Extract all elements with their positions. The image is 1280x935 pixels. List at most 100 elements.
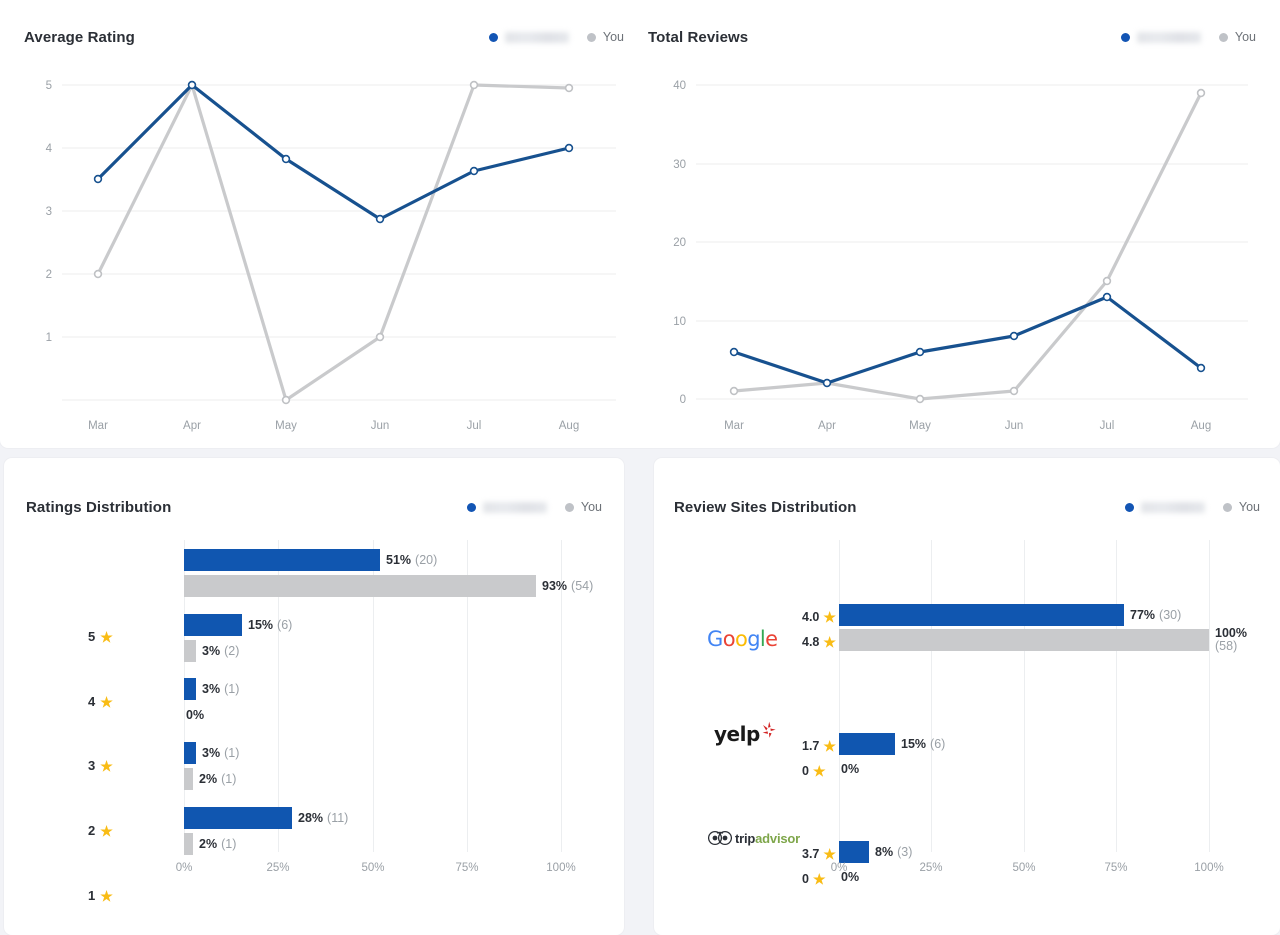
legend-item-competitor[interactable]	[488, 31, 569, 43]
legend-average-rating: You	[488, 30, 624, 44]
rating-you-yelp: 0 ★	[802, 764, 826, 778]
legend-review-sites: You	[1124, 500, 1260, 514]
x-tick-25: 25%	[266, 862, 290, 874]
star-icon: ★	[823, 738, 836, 754]
bar-you-2-star	[184, 768, 193, 790]
y-axis-labels: 5 4 3 2 1	[46, 80, 53, 344]
bar-you-4-star	[184, 640, 196, 662]
google-letter-g2: g	[747, 627, 760, 651]
svg-text:Aug: Aug	[559, 420, 579, 432]
panel-review-sites-distribution: Review Sites Distribution You G o o g l …	[674, 484, 1260, 914]
star-icon: ★	[823, 846, 836, 862]
legend-dot-you-icon	[564, 502, 574, 512]
bar-value-you-google: 100% (58)	[1215, 626, 1247, 654]
pct: 0%	[186, 708, 205, 722]
bar-competitor-yelp	[839, 733, 895, 755]
x-tick-0: 0%	[830, 862, 848, 874]
svg-text:Jul: Jul	[1100, 420, 1115, 432]
svg-text:2: 2	[46, 269, 52, 281]
category-label-5-star: 5 ★	[88, 629, 113, 644]
category-label-4-star: 4 ★	[88, 694, 113, 709]
legend-item-you[interactable]: You	[1218, 30, 1256, 44]
google-letter-g: G	[707, 627, 723, 651]
panel-title-total-reviews: Total Reviews	[648, 28, 749, 46]
total-reviews-svg: 40 30 20 10 0 Mar Apr May Jun Jul Aug	[673, 80, 1248, 432]
gridlines	[696, 84, 1248, 400]
series-you	[729, 88, 1206, 404]
series-competitor	[729, 292, 1206, 388]
svg-text:40: 40	[673, 80, 686, 92]
card-divider	[640, 0, 641, 448]
pct: 15%	[248, 618, 274, 632]
google-letter-e: e	[765, 627, 778, 651]
svg-text:30: 30	[673, 159, 686, 171]
legend-item-competitor[interactable]	[1120, 31, 1201, 43]
legend-item-you[interactable]: You	[564, 500, 602, 514]
pct: 51%	[386, 553, 412, 567]
bar-value-you-4-star: 3% (2)	[202, 644, 239, 658]
rating-competitor-yelp: 1.7 ★	[802, 739, 836, 753]
category-value: 3	[88, 758, 96, 773]
legend-item-you[interactable]: You	[586, 30, 624, 44]
svg-text:May: May	[275, 420, 297, 432]
google-letter-o1: o	[722, 627, 736, 651]
x-tick-75: 75%	[1104, 862, 1128, 874]
dashboard-page: Average Rating You 5 4 3 2 1 Mar Apr May…	[0, 0, 1280, 935]
svg-text:Jun: Jun	[371, 420, 390, 432]
vgrid-25	[931, 540, 932, 852]
vgrid-50	[1024, 540, 1025, 852]
star-icon: ★	[823, 634, 836, 650]
bar-value-competitor-google: 77% (30)	[1130, 608, 1181, 622]
svg-text:Jun: Jun	[1005, 420, 1024, 432]
category-label-3-star: 3 ★	[88, 758, 113, 773]
legend-item-competitor[interactable]	[466, 501, 547, 513]
vgrid-100	[1209, 540, 1210, 852]
star-icon: ★	[100, 693, 113, 710]
bar-you-1-star	[184, 833, 193, 855]
rating-value: 0	[802, 872, 809, 886]
bar-value-you-yelp: 0%	[841, 762, 863, 776]
svg-text:Mar: Mar	[724, 420, 744, 432]
panel-total-reviews: Total Reviews You 40 30 20 10 0 Mar Apr …	[648, 14, 1256, 434]
google-letter-o2: o	[734, 627, 748, 651]
yelp-mark: yelp	[714, 721, 778, 746]
bar-value-competitor-3-star: 3% (1)	[202, 682, 239, 696]
series-competitor	[93, 80, 574, 224]
review-sites-distribution-card: Review Sites Distribution You G o o g l …	[654, 458, 1280, 935]
ratings-distribution-card: Ratings Distribution You 5 ★ 51% (20) 93…	[4, 458, 624, 935]
rating-competitor-google: 4.0 ★	[802, 610, 836, 624]
rating-value: 0	[802, 764, 809, 778]
legend-item-competitor[interactable]	[1124, 501, 1205, 513]
bar-value-you-2-star: 2% (1)	[199, 772, 236, 786]
panel-title-average-rating: Average Rating	[24, 28, 135, 46]
count: (1)	[221, 772, 237, 786]
series-you	[93, 80, 574, 405]
legend-ratings-distribution: You	[466, 500, 602, 514]
tripadvisor-logo-icon: trip advisor	[708, 830, 800, 846]
svg-text:3: 3	[46, 206, 52, 218]
svg-text:Apr: Apr	[818, 420, 836, 432]
rating-you-tripadvisor: 0 ★	[802, 872, 826, 886]
bar-competitor-5-star	[184, 549, 380, 571]
category-value: 1	[88, 888, 96, 903]
vgrid-75	[1116, 540, 1117, 852]
line-charts-card: Average Rating You 5 4 3 2 1 Mar Apr May…	[0, 0, 1280, 448]
star-icon: ★	[100, 887, 113, 904]
pct: 28%	[298, 811, 324, 825]
pct: 2%	[199, 772, 218, 786]
legend-item-you[interactable]: You	[1222, 500, 1260, 514]
svg-text:Aug: Aug	[1191, 420, 1211, 432]
svg-text:Jul: Jul	[467, 420, 482, 432]
rating-value: 1.7	[802, 739, 820, 753]
pct: 2%	[199, 837, 218, 851]
pct: 8%	[875, 845, 894, 859]
tripadvisor-owl-icon	[708, 830, 732, 846]
rating-competitor-tripadvisor: 3.7 ★	[802, 847, 836, 861]
count: (20)	[415, 553, 438, 567]
x-tick-50: 50%	[361, 862, 385, 874]
legend-label-you: You	[1234, 30, 1256, 44]
y-axis-labels: 40 30 20 10 0	[673, 80, 686, 406]
bar-value-competitor-2-star: 3% (1)	[202, 746, 239, 760]
category-label-1-star: 1 ★	[88, 888, 113, 903]
svg-text:20: 20	[673, 237, 686, 249]
